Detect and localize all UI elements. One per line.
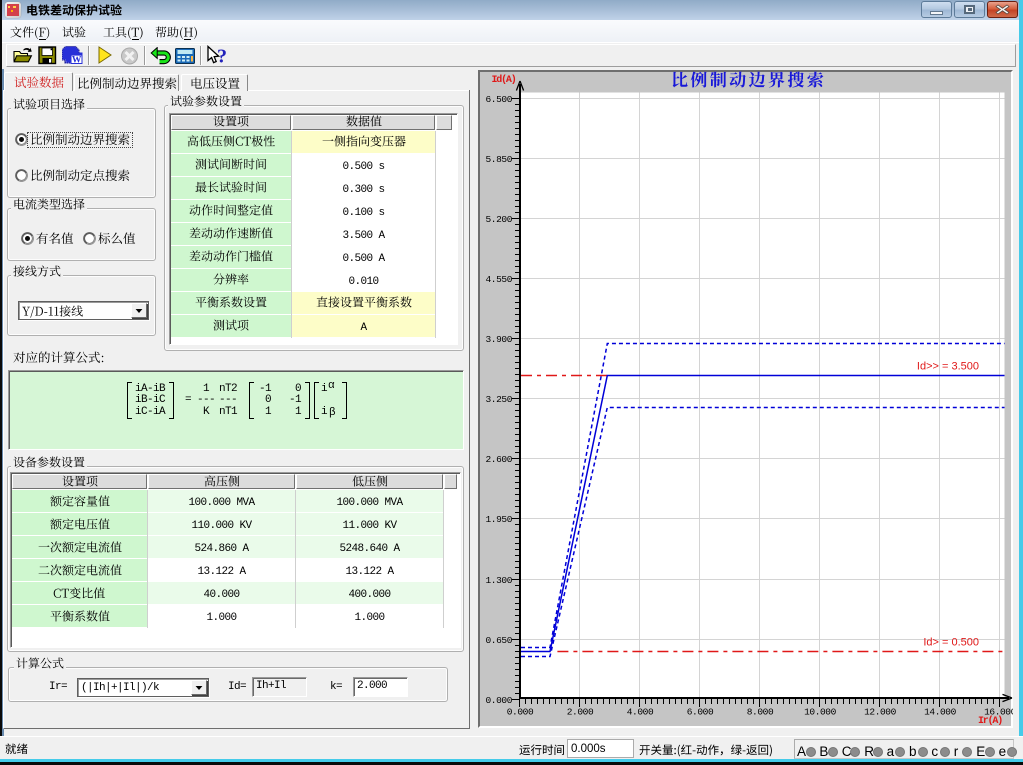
- svg-text:3.250: 3.250: [485, 394, 512, 405]
- svg-text:5.850: 5.850: [485, 154, 512, 165]
- svg-text:14.000: 14.000: [924, 707, 957, 718]
- svg-text:8.000: 8.000: [747, 707, 774, 718]
- svg-text:0.000: 0.000: [485, 695, 512, 706]
- svg-text:4.550: 4.550: [485, 274, 512, 285]
- svg-text:2.000: 2.000: [567, 707, 594, 718]
- svg-text:6.500: 6.500: [485, 94, 512, 105]
- svg-text:6.000: 6.000: [687, 707, 714, 718]
- svg-text:Id> = 0.500: Id> = 0.500: [923, 637, 979, 649]
- svg-text:0.000: 0.000: [507, 707, 534, 718]
- svg-text:1.300: 1.300: [485, 575, 512, 586]
- svg-text:5.200: 5.200: [485, 214, 512, 225]
- svg-text:12.000: 12.000: [864, 707, 897, 718]
- svg-text:Id>> = 3.500: Id>> = 3.500: [917, 361, 979, 373]
- svg-text:1.950: 1.950: [485, 514, 512, 525]
- svg-text:10.000: 10.000: [804, 707, 837, 718]
- svg-text:3.900: 3.900: [485, 334, 512, 345]
- svg-text:2.600: 2.600: [485, 454, 512, 465]
- svg-text:4.000: 4.000: [627, 707, 654, 718]
- svg-text:16.000: 16.000: [984, 707, 1013, 718]
- svg-text:0.650: 0.650: [485, 635, 512, 646]
- svg-text:W: W: [72, 56, 82, 65]
